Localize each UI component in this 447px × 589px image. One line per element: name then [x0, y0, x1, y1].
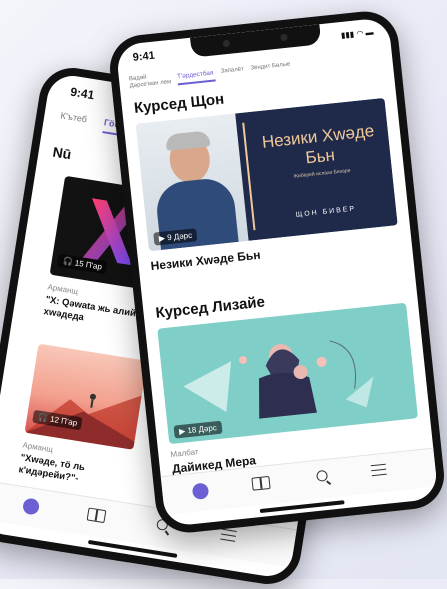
- course-card[interactable]: 🎧 12 П'ар: [24, 343, 148, 450]
- front-phone-screen: 9:41 ▮▮▮ ◠ ▬ Вәдәй Дәрсе'ман лем Т'әрдес…: [115, 17, 439, 527]
- tab-saved[interactable]: Запалёт: [220, 66, 244, 74]
- course-title[interactable]: Незики Хwәде Бьн: [150, 248, 261, 274]
- course-hero-card[interactable]: Незики Хwәде Бьн Жиберей ислахи Бихари Щ…: [135, 97, 398, 252]
- badge-text: 18 Дәрс: [187, 423, 218, 436]
- status-time: 9:41: [132, 49, 156, 64]
- status-time: 9:41: [69, 84, 96, 103]
- signal-wifi-battery-icon: ▮▮▮ ◠ ▬: [340, 27, 374, 40]
- card-category: Арманщ: [46, 282, 79, 297]
- badge-text: 15 П'ар: [74, 258, 103, 272]
- menu-icon[interactable]: [220, 528, 237, 542]
- tab-lessons[interactable]: Вәдәй Дәрсе'ман лем: [129, 72, 174, 90]
- section-title: Курсед Лизайе: [154, 293, 266, 322]
- search-icon[interactable]: [316, 469, 329, 482]
- menu-icon[interactable]: [370, 463, 387, 477]
- front-phone-notch: [190, 24, 322, 58]
- compass-icon[interactable]: [21, 497, 41, 516]
- mountain-illustration: [24, 393, 142, 450]
- tab-books[interactable]: К'ътеб: [60, 110, 88, 124]
- front-phone: 9:41 ▮▮▮ ◠ ▬ Вәдәй Дәрсе'ман лем Т'әрдес…: [106, 8, 447, 536]
- course-hero-card[interactable]: ▶ 18 Дәрс: [157, 302, 419, 445]
- tab-completed[interactable]: Зёндит Бөлые: [250, 61, 290, 71]
- book-icon[interactable]: [86, 507, 107, 524]
- book-author: ЩОН БИВЕР: [295, 205, 357, 219]
- section-title: Nū: [51, 143, 73, 163]
- card-category: Малбат: [170, 447, 200, 460]
- tab-featured[interactable]: Т'әрдестбая: [177, 70, 214, 81]
- tab-underline: [177, 79, 216, 85]
- compass-icon[interactable]: [191, 482, 210, 500]
- badge-text: 12 П'ар: [49, 414, 78, 428]
- badge-text: 9 Дәрс: [166, 230, 193, 243]
- book-icon[interactable]: [251, 475, 271, 491]
- section-title: Курсед Щон: [133, 90, 225, 117]
- card-category: Арманщ: [21, 440, 54, 455]
- book-title: Незики Хwәде Бьн: [260, 121, 376, 167]
- book-cover: Незики Хwәде Бьн Жиберей ислахи Бихари Щ…: [235, 97, 398, 241]
